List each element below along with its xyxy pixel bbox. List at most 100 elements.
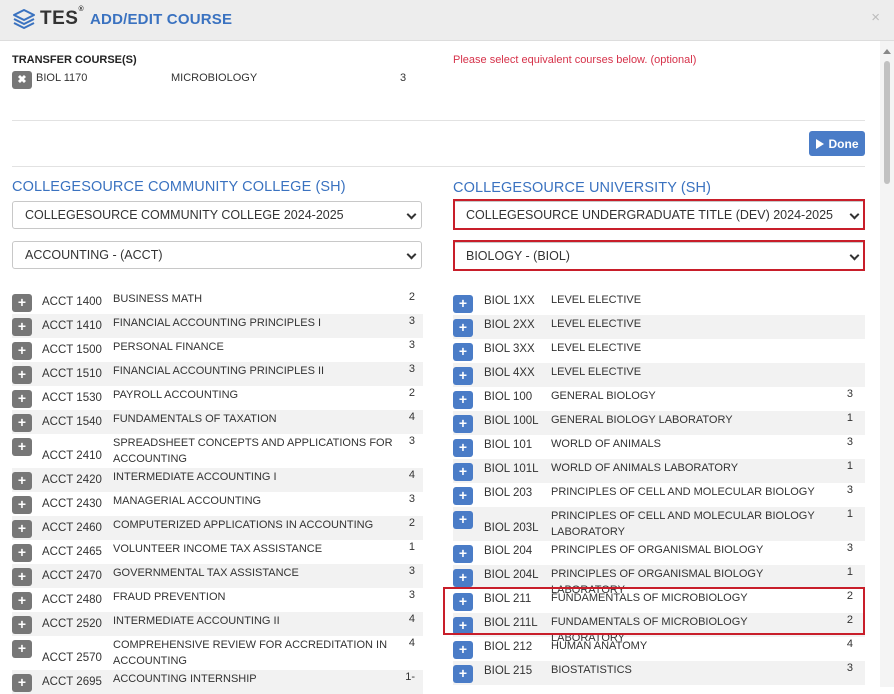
course-row: + ACCT 1540 FUNDAMENTALS OF TAXATION 4 (12, 410, 423, 434)
course-row: + ACCT 1530 PAYROLL ACCOUNTING 2 (12, 386, 423, 410)
course-code: ACCT 1510 (42, 368, 102, 380)
course-code: ACCT 2465 (42, 546, 102, 558)
add-course-icon[interactable]: + (453, 487, 473, 505)
course-title: VOLUNTEER INCOME TAX ASSISTANCE (113, 543, 323, 555)
add-course-icon[interactable]: + (453, 319, 473, 337)
remove-course-icon[interactable]: ✖ (12, 71, 32, 89)
course-credits: 4 (408, 469, 415, 481)
add-course-icon[interactable]: + (12, 616, 32, 634)
add-course-icon[interactable]: + (12, 674, 32, 692)
course-title: FUNDAMENTALS OF TAXATION (113, 413, 277, 425)
course-credits: 1- (405, 671, 415, 683)
scroll-thumb[interactable] (884, 61, 890, 184)
course-credits: 3 (408, 363, 415, 375)
right-catalog-select[interactable]: COLLEGESOURCE UNDERGRADUATE TITLE (DEV) … (453, 201, 865, 229)
course-code: ACCT 2695 (42, 676, 102, 688)
course-credits: 2 (846, 614, 853, 626)
add-course-icon[interactable]: + (12, 366, 32, 384)
course-credits: 3 (846, 542, 853, 554)
add-course-icon[interactable]: + (453, 391, 473, 409)
course-title: FINANCIAL ACCOUNTING PRINCIPLES I (113, 317, 322, 329)
add-course-icon[interactable]: + (12, 414, 32, 432)
add-course-icon[interactable]: + (12, 520, 32, 538)
divider (12, 120, 865, 121)
course-credits: 3 (846, 436, 853, 448)
course-row: + BIOL 212 HUMAN ANATOMY 4 (453, 637, 865, 661)
right-subject-value: BIOLOGY - (BIOL) (466, 249, 570, 263)
course-row: + BIOL 101L WORLD OF ANIMALS LABORATORY 1 (453, 459, 865, 483)
add-course-icon[interactable]: + (12, 640, 32, 658)
add-course-icon[interactable]: + (453, 463, 473, 481)
add-course-icon[interactable]: + (12, 496, 32, 514)
course-code: ACCT 2410 (42, 450, 102, 462)
course-credits: 4 (846, 638, 853, 650)
add-course-icon[interactable]: + (12, 390, 32, 408)
course-code: ACCT 2470 (42, 570, 102, 582)
add-course-icon[interactable]: + (453, 295, 473, 313)
add-course-icon[interactable]: + (453, 569, 473, 587)
course-credits: 2 (408, 291, 415, 303)
scrollbar[interactable] (880, 41, 894, 687)
right-subject-select[interactable]: BIOLOGY - (BIOL) (453, 242, 865, 270)
course-credits: 1 (408, 541, 415, 553)
course-row: + ACCT 2695 ACCOUNTING INTERNSHIP 1- (12, 670, 423, 694)
course-code: ACCT 1540 (42, 416, 102, 428)
course-title: COMPREHENSIVE REVIEW FOR ACCREDITATION I… (113, 639, 388, 667)
add-course-icon[interactable]: + (12, 294, 32, 312)
done-button[interactable]: Done (809, 131, 865, 156)
add-course-icon[interactable]: + (12, 318, 32, 336)
course-code: BIOL 203L (484, 522, 539, 534)
add-course-icon[interactable]: + (453, 641, 473, 659)
add-course-icon[interactable]: + (453, 367, 473, 385)
add-course-icon[interactable]: + (12, 438, 32, 456)
course-credits: 2 (846, 590, 853, 602)
chevron-down-icon (849, 250, 860, 261)
left-subject-select[interactable]: ACCOUNTING - (ACCT) (12, 241, 422, 269)
course-title: GENERAL BIOLOGY (551, 390, 656, 402)
course-code: ACCT 2430 (42, 498, 102, 510)
add-course-icon[interactable]: + (453, 439, 473, 457)
course-code: BIOL 100 (484, 391, 533, 403)
course-title: MANAGERIAL ACCOUNTING (113, 495, 262, 507)
course-code: BIOL 203 (484, 487, 533, 499)
course-code: BIOL 204 (484, 545, 533, 557)
course-title: LEVEL ELECTIVE (551, 366, 642, 378)
scroll-up-arrow-icon[interactable] (883, 49, 891, 54)
add-course-icon[interactable]: + (453, 343, 473, 361)
course-row: + BIOL 211L FUNDAMENTALS OF MICROBIOLOGY L… (453, 613, 865, 644)
add-course-icon[interactable]: + (453, 545, 473, 563)
add-course-icon[interactable]: + (12, 592, 32, 610)
course-title: WORLD OF ANIMALS LABORATORY (551, 462, 739, 474)
course-code: BIOL 1XX (484, 295, 535, 307)
course-title: FUNDAMENTALS OF MICROBIOLOGY (551, 592, 748, 604)
course-title: FINANCIAL ACCOUNTING PRINCIPLES II (113, 365, 325, 377)
course-code: BIOL 204L (484, 569, 539, 581)
left-catalog-select[interactable]: COLLEGESOURCE COMMUNITY COLLEGE 2024-202… (12, 201, 422, 229)
course-row: + ACCT 1510 FINANCIAL ACCOUNTING PRINCIPLE… (12, 362, 423, 386)
close-icon[interactable]: × (871, 9, 880, 26)
add-course-icon[interactable]: + (12, 342, 32, 360)
add-course-icon[interactable]: + (453, 665, 473, 683)
add-course-icon[interactable]: + (12, 544, 32, 562)
course-title: BIOSTATISTICS (551, 664, 632, 676)
course-row: + BIOL 4XX LEVEL ELECTIVE (453, 363, 865, 387)
add-course-icon[interactable]: + (453, 415, 473, 433)
add-course-icon[interactable]: + (12, 472, 32, 490)
course-code: ACCT 2520 (42, 618, 102, 630)
divider (12, 166, 865, 167)
add-course-icon[interactable]: + (453, 511, 473, 529)
course-row: + ACCT 2430 MANAGERIAL ACCOUNTING 3 (12, 492, 423, 516)
course-title: BUSINESS MATH (113, 293, 203, 305)
course-row: + BIOL 203L PRINCIPLES OF CELL AND MOLECUL… (453, 507, 865, 541)
add-course-icon[interactable]: + (453, 617, 473, 635)
course-code: BIOL 101L (484, 463, 539, 475)
course-code: ACCT 2570 (42, 652, 102, 664)
course-title: LEVEL ELECTIVE (551, 294, 642, 306)
add-course-icon[interactable]: + (12, 568, 32, 586)
course-row: + BIOL 2XX LEVEL ELECTIVE (453, 315, 865, 339)
course-row: + ACCT 2410 SPREADSHEET CONCEPTS AND APPLI… (12, 434, 423, 468)
course-row: + ACCT 2570 COMPREHENSIVE REVIEW FOR ACCRE… (12, 636, 423, 670)
add-course-icon[interactable]: + (453, 593, 473, 611)
course-credits: 3 (846, 388, 853, 400)
transfer-course-credits: 3 (400, 72, 407, 84)
